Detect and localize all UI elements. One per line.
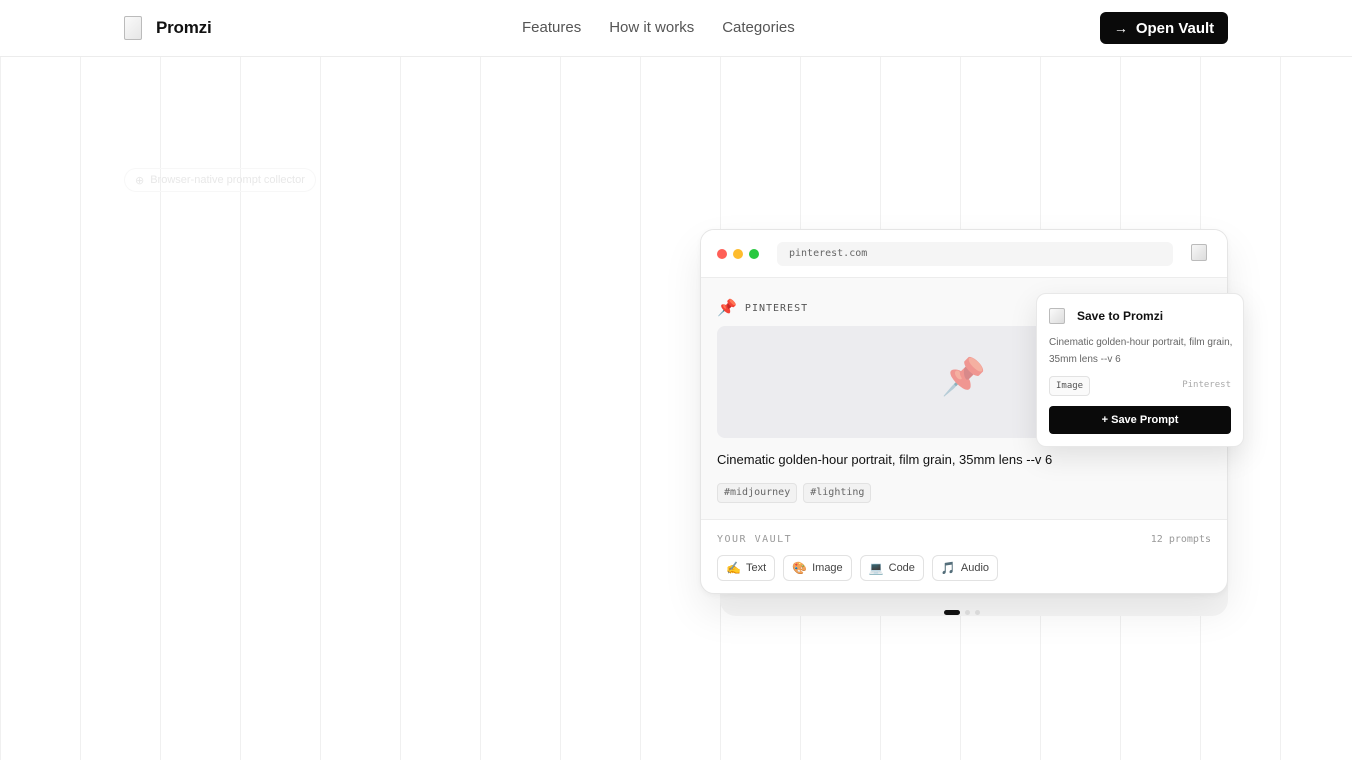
promzi-logo-icon (1049, 308, 1065, 324)
maximize-dot-icon (749, 249, 759, 259)
popup-description: Cinematic golden-hour portrait, film gra… (1049, 337, 1233, 365)
category-label: Image (812, 562, 843, 574)
minimize-dot-icon (733, 249, 743, 259)
laptop-icon: 💻 (868, 561, 884, 575)
category-chip-text[interactable]: ✍️ Text (717, 555, 776, 581)
category-chip-audio[interactable]: 🎵 Audio (931, 555, 999, 581)
hero-badge: ⊕ Browser-native prompt collector (124, 168, 316, 192)
hero-badge-text: Browser-native prompt collector (150, 174, 305, 186)
open-vault-label: Open Vault (1135, 19, 1215, 37)
category-chip-image[interactable]: 🎨 Image (783, 555, 852, 581)
site-header: 📌 PINTEREST (717, 298, 808, 318)
category-label: Code (888, 562, 915, 574)
type-badge[interactable]: Image (1049, 376, 1091, 396)
close-dot-icon (717, 249, 727, 259)
nav-link-how-it-works[interactable]: How it works (609, 19, 694, 36)
music-note-icon: 🎵 (940, 561, 956, 575)
vault-count: 12 prompts (1150, 534, 1211, 545)
carousel-dot[interactable] (975, 610, 980, 615)
category-chip-code[interactable]: 💻 Code (859, 555, 924, 581)
source-label: Pinterest (1182, 380, 1231, 390)
brand-logo[interactable]: Promzi (124, 16, 212, 40)
nav-links: Features How it works Categories (522, 19, 823, 36)
palette-icon: 🎨 (792, 561, 808, 575)
site-label: PINTEREST (744, 302, 809, 314)
nav-link-categories[interactable]: Categories (722, 19, 795, 36)
pushpin-icon: 📌 (941, 356, 986, 397)
carousel-indicators (944, 610, 985, 615)
pushpin-icon: 📌 (717, 300, 737, 317)
tag-chip[interactable]: #lighting (803, 483, 872, 503)
vault-label: YOUR VAULT (717, 534, 793, 545)
save-popup: Save to Promzi Cinematic golden-hour por… (1036, 293, 1244, 447)
category-label: Text (745, 562, 767, 574)
arrow-right-icon: → (1113, 20, 1128, 36)
open-vault-button[interactable]: → Open Vault (1100, 12, 1228, 44)
top-navbar: Promzi Features How it works Categories … (0, 0, 1352, 57)
tag-chip[interactable]: #midjourney (717, 483, 798, 503)
nav-link-features[interactable]: Features (522, 19, 581, 36)
carousel-dot[interactable] (965, 610, 970, 615)
globe-icon: ⊕ (135, 174, 145, 187)
browser-toolbar: pinterest.com (701, 230, 1227, 278)
category-label: Audio (960, 562, 990, 574)
tag-list: #midjourney #lighting (717, 483, 877, 503)
brand-name: Promzi (156, 18, 212, 37)
popup-title: Save to Promzi (1077, 309, 1164, 323)
save-prompt-button[interactable]: + Save Prompt (1049, 406, 1231, 434)
url-bar[interactable]: pinterest.com (777, 242, 1173, 266)
prompt-text: Cinematic golden-hour portrait, film gra… (717, 452, 1053, 467)
category-list: ✍️ Text 🎨 Image 💻 Code 🎵 Audio (717, 555, 1006, 581)
carousel-dot[interactable] (944, 610, 960, 615)
extension-icon[interactable] (1191, 244, 1207, 261)
logo-image (124, 16, 142, 40)
writing-hand-icon: ✍️ (726, 561, 741, 575)
